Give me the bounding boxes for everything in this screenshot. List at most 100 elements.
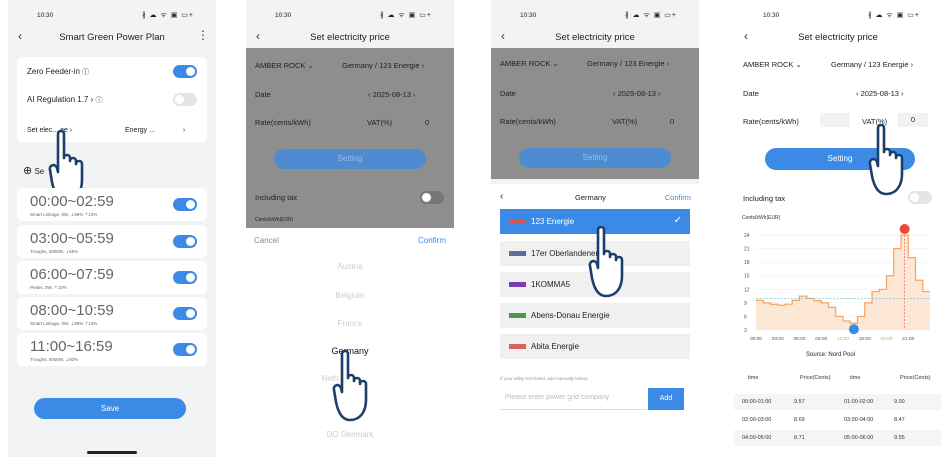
checkmark-icon: ✓	[673, 215, 682, 226]
home-indicator	[87, 451, 137, 454]
phone-screen-plan: 10:30 ∦ ☁ ᯤ ▣ ▭+ ‹ Smart Green Power Pla…	[8, 0, 216, 457]
sheet-title: Germany	[575, 193, 606, 202]
chart-x-tick: 18:00	[881, 336, 893, 342]
slot-time: 06:00~07:59	[30, 266, 114, 283]
table-cell: 8.69	[794, 417, 805, 423]
schedule-slot[interactable]: 06:00~07:59 Peaks, 0W, ⇡10%	[17, 261, 207, 294]
price-table: time Price(Cents) time Price(Cents) 00:00-01…	[734, 372, 941, 457]
provider-dropdown[interactable]: AMBER ROCK ⌄	[500, 59, 559, 68]
table-cell: 9.00	[894, 399, 905, 405]
price-chart-svg: Cents/kWh(EUR) 3 6 9 12 15 18 21 24 00:00 03:00 06:…	[742, 215, 930, 342]
company-logo-icon	[509, 219, 526, 224]
country-option[interactable]: France	[246, 319, 454, 328]
chart-area	[756, 235, 930, 330]
company-item[interactable]: Abita Energie	[500, 334, 690, 359]
company-item[interactable]: Abens-Donau Energie	[500, 303, 690, 328]
company-name: 123 Energie	[531, 217, 575, 226]
back-icon[interactable]: ‹	[500, 191, 503, 202]
country-selector[interactable]: Germany / 123 Energie ›	[587, 59, 669, 68]
setting-button[interactable]: Setting	[274, 149, 426, 169]
status-time: 10:30	[763, 12, 780, 19]
date-picker[interactable]: ‹ 2025-08-13 ›	[856, 89, 904, 98]
table-header-cell: time	[748, 375, 759, 381]
table-header-cell: time	[850, 375, 861, 381]
status-bar: 10:30 ∦ ☁ ᯤ ▣ ▭+	[8, 0, 216, 28]
confirm-button[interactable]: Confirm	[665, 193, 691, 202]
table-row: 00:00-01:00 9.57 01:00-02:00 9.00	[734, 394, 941, 410]
header: ‹ Smart Green Power Plan ⋮	[8, 28, 216, 48]
table-header-cell: Price(Cents)	[800, 375, 831, 381]
page-title: Set electricity price	[798, 32, 878, 43]
provider-dropdown[interactable]: AMBER ROCK ⌄	[255, 61, 314, 70]
slot-toggle[interactable]	[173, 198, 197, 211]
schedule-slot[interactable]: 11:00~16:59 Troughs, 5000W, ⇣80%	[17, 333, 207, 366]
slot-toggle[interactable]	[173, 235, 197, 248]
status-time: 10:30	[520, 12, 537, 19]
chart-min-marker	[848, 324, 859, 335]
dimmed-overlay: AMBER ROCK ⌄ Germany / 123 Energie › Dat…	[491, 48, 699, 179]
table-header-cell: Price(Cents)	[900, 375, 931, 381]
table-cell: 05:00-06:00	[844, 435, 874, 441]
including-tax-toggle[interactable]	[420, 191, 444, 204]
country-selector[interactable]: Germany / 123 Energie ›	[831, 60, 913, 69]
including-tax-toggle[interactable]	[908, 191, 932, 204]
date-picker[interactable]: ‹ 2025-08-13 ›	[613, 89, 661, 98]
zero-feeder-toggle[interactable]	[173, 65, 197, 78]
chart-ylabel: Cents/kWh(EUR)	[742, 215, 781, 221]
chart-y-tick: 6	[744, 314, 747, 320]
help-icon[interactable]: ⓘ	[82, 69, 89, 76]
country-selector[interactable]: Germany / 123 Energie ›	[342, 61, 424, 70]
confirm-button[interactable]: Confirm	[418, 236, 446, 245]
dimmed-overlay: AMBER ROCK ⌄ Germany / 123 Energie › Dat…	[246, 48, 454, 228]
chart-x-tick: 03:00	[772, 336, 784, 342]
chart-max-marker	[899, 224, 910, 235]
rate-label: Rate(cents/kWh)	[743, 117, 799, 126]
schedule-slot[interactable]: 03:00~05:59 Troughs, 5000W, ⇣65%	[17, 225, 207, 258]
country-option[interactable]: Belgium	[246, 291, 454, 300]
schedule-slot[interactable]: 08:00~10:59 Smart Linkage, 0W, ⇣99% ⇡10%	[17, 297, 207, 330]
status-bar: 10:30 ∦ ☁ ᯤ ▣ ▭+	[734, 0, 941, 28]
status-icons: ∦ ☁ ᯤ ▣ ▭+	[868, 12, 920, 19]
rate-input[interactable]	[820, 113, 850, 127]
add-button[interactable]: Add	[648, 388, 684, 410]
setting-button[interactable]: Setting	[519, 148, 671, 168]
provider-dropdown[interactable]: AMBER ROCK ⌄	[743, 60, 802, 69]
vat-value[interactable]: 0	[670, 117, 674, 126]
pointing-hand-icon	[332, 350, 368, 422]
including-tax-label: Including tax	[255, 193, 298, 202]
settings-card: Zero Feeder-in ⓘ AI Regulation 1.7 › ⓘ S…	[17, 57, 207, 142]
company-input[interactable]: Please enter power grid company	[500, 386, 647, 410]
slot-toggle[interactable]	[173, 307, 197, 320]
vat-value[interactable]: 0	[425, 118, 429, 127]
header: ‹ Set electricity price	[246, 28, 454, 48]
table-cell: 9.55	[894, 435, 905, 441]
status-time: 10:30	[37, 12, 54, 19]
table-cell: 02:00-03:00	[742, 417, 772, 423]
company-logo-icon	[509, 282, 526, 287]
slot-toggle[interactable]	[173, 343, 197, 356]
phone-screen-country-picker: 10:30 ∦ ☁ ᯤ ▣ ▭+ ‹ Set electricity price…	[246, 0, 454, 457]
cancel-button[interactable]: Cancel	[254, 236, 279, 245]
date-picker[interactable]: ‹ 2025-08-13 ›	[368, 90, 416, 99]
chevron-right-icon[interactable]: ›	[91, 95, 94, 104]
schedule-slot[interactable]: 00:00~02:59 Smart Linkage, 0W, ⇣99% ⇡10%	[17, 188, 207, 221]
help-icon[interactable]: ⓘ	[96, 97, 103, 104]
chart-y-tick: 15	[744, 274, 750, 280]
date-label: Date	[743, 89, 759, 98]
more-menu-icon[interactable]: ⋮	[197, 28, 209, 42]
chart-x-tick: 00:00	[750, 336, 762, 342]
slot-toggle[interactable]	[173, 271, 197, 284]
status-icons: ∦ ☁ ᯤ ▣ ▭+	[625, 12, 677, 19]
country-option[interactable]: Austria	[246, 262, 454, 271]
ai-regulation-toggle[interactable]	[173, 93, 197, 106]
slot-time: 00:00~02:59	[30, 193, 114, 210]
chart-x-tick: 15:00	[859, 336, 871, 342]
energy-button[interactable]: Energy ... ›	[125, 127, 207, 134]
chart-source: Source: Nord Pool	[806, 352, 856, 358]
table-cell: 01:00-02:00	[844, 399, 874, 405]
save-button[interactable]: Save	[34, 398, 186, 419]
country-option[interactable]: DO Denmark	[246, 430, 454, 439]
page-title: Set electricity price	[555, 32, 635, 43]
slot-time: 08:00~10:59	[30, 302, 114, 319]
vat-label: VAT(%)	[612, 117, 638, 126]
